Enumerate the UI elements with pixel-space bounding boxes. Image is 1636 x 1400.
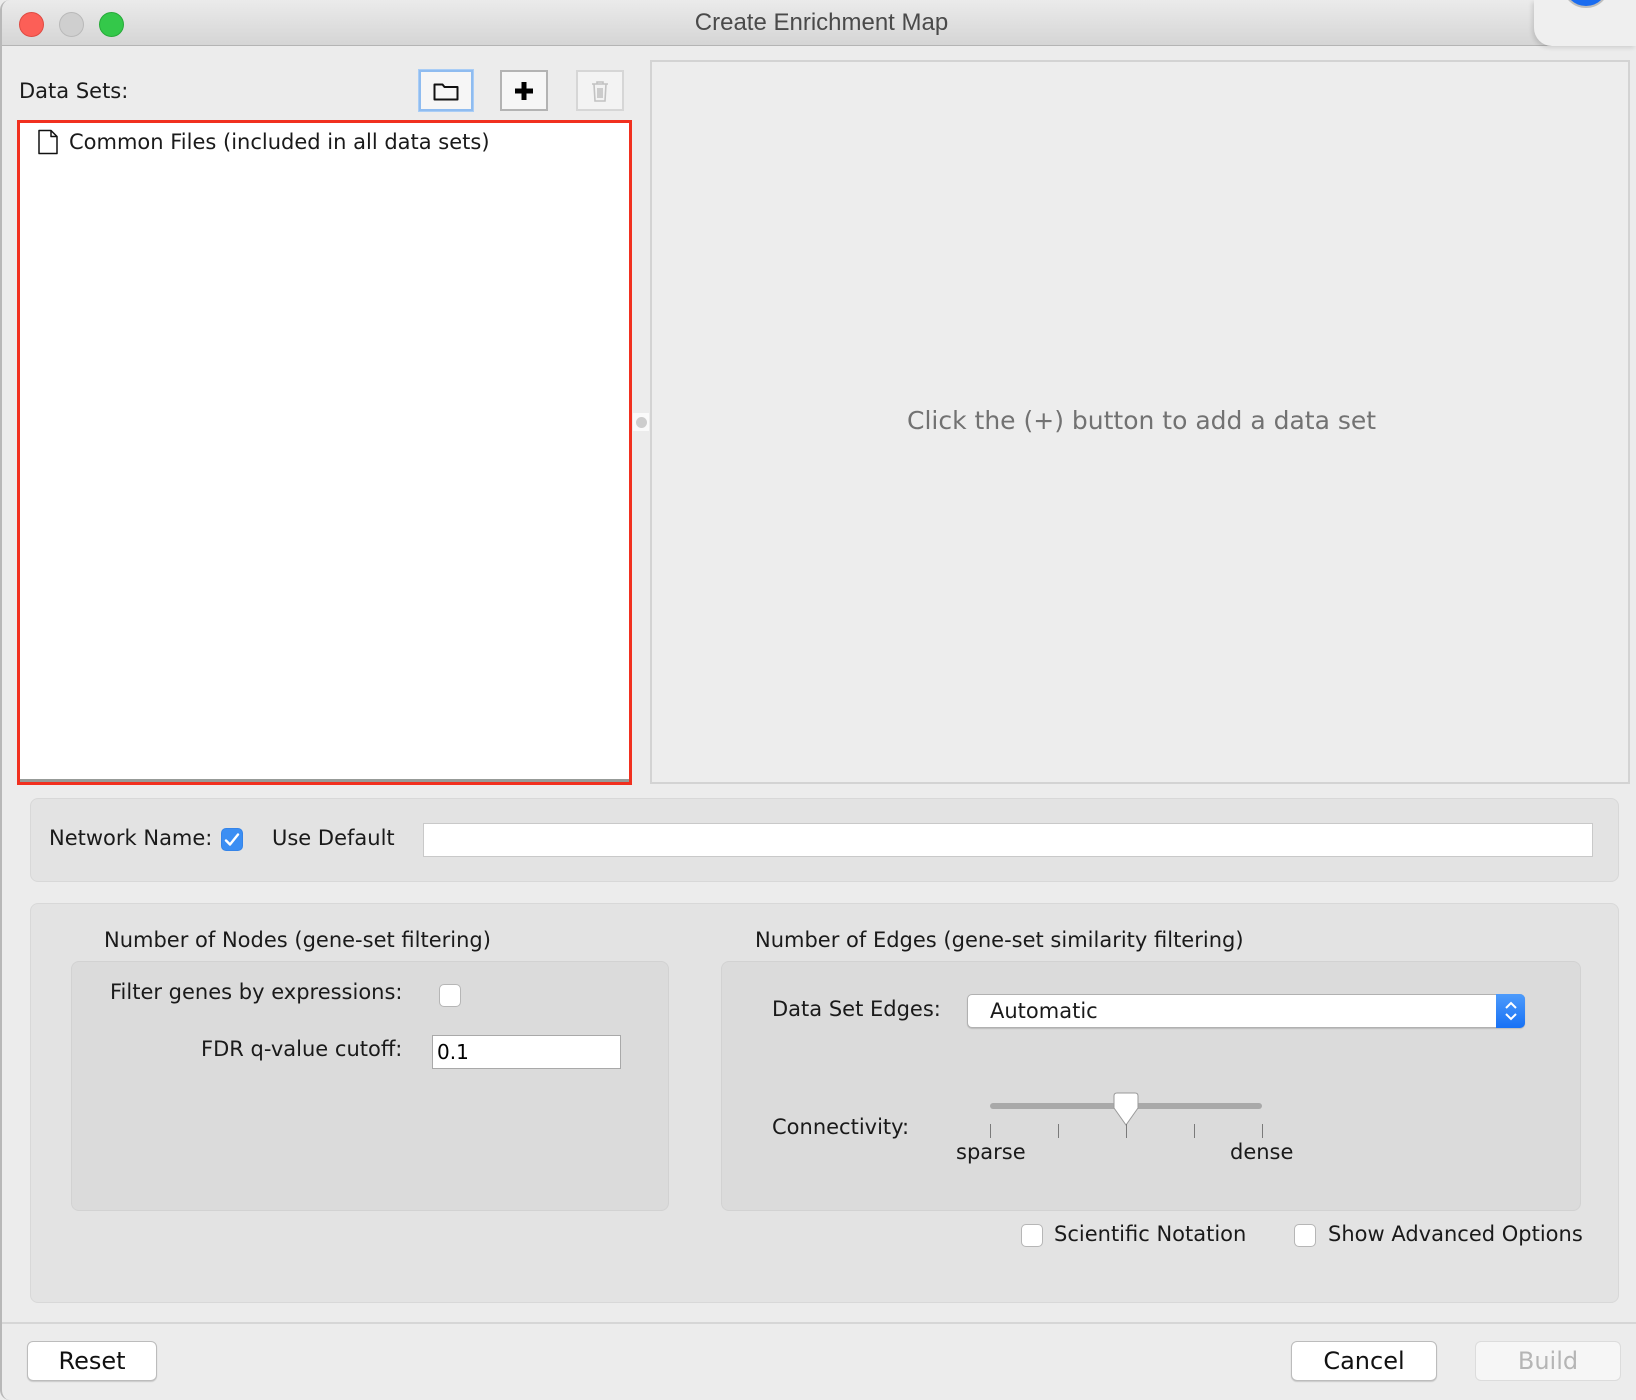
title-bar: Create Enrichment Map <box>2 0 1636 46</box>
slider-tick <box>1262 1124 1263 1138</box>
build-button[interactable]: Build <box>1475 1341 1621 1381</box>
fdr-cutoff-input[interactable] <box>432 1035 621 1069</box>
blue-circle-icon <box>1562 0 1610 8</box>
slider-thumb[interactable] <box>1111 1092 1141 1128</box>
document-icon <box>38 129 58 155</box>
network-name-label: Network Name: <box>49 826 213 850</box>
show-advanced-options-checkbox[interactable] <box>1294 1224 1316 1247</box>
split-pane-divider[interactable] <box>633 413 649 431</box>
slider-tick <box>1194 1124 1195 1138</box>
open-folder-button[interactable] <box>419 70 473 111</box>
add-data-set-button[interactable] <box>500 70 548 111</box>
filter-genes-label: Filter genes by expressions: <box>110 980 403 1004</box>
scientific-notation-label[interactable]: Scientific Notation <box>1054 1222 1246 1246</box>
list-item-common-files[interactable]: Common Files (included in all data sets) <box>37 129 490 155</box>
connectivity-label: Connectivity: <box>772 1115 910 1139</box>
edges-section-title: Number of Edges (gene-set similarity fil… <box>755 928 1244 952</box>
use-default-label[interactable]: Use Default <box>272 826 395 850</box>
slider-tick <box>1126 1124 1127 1138</box>
network-name-panel: Network Name: Use Default <box>30 798 1619 882</box>
folder-icon <box>433 83 459 100</box>
filter-genes-checkbox[interactable] <box>439 984 461 1007</box>
data-set-detail-panel: Click the (+) button to add a data set <box>650 60 1630 784</box>
use-default-checkbox[interactable] <box>221 828 243 851</box>
data-set-edges-label: Data Set Edges: <box>772 997 941 1021</box>
data-sets-label: Data Sets: <box>19 79 129 103</box>
trash-icon <box>592 80 608 102</box>
overlay-widget <box>1534 0 1636 46</box>
footer-divider <box>2 1322 1636 1324</box>
scientific-notation-checkbox[interactable] <box>1021 1224 1043 1247</box>
slider-tick <box>990 1124 991 1138</box>
slider-tick <box>1058 1124 1059 1138</box>
edges-filter-box: Data Set Edges: Automatic Connectivity: … <box>721 961 1581 1211</box>
plus-icon <box>515 81 533 100</box>
checkmark-icon <box>224 832 240 846</box>
nodes-filter-box: Filter genes by expressions: FDR q-value… <box>71 961 669 1211</box>
list-item-label: Common Files (included in all data sets) <box>69 130 490 154</box>
cancel-button[interactable]: Cancel <box>1291 1341 1437 1381</box>
drag-handle-icon <box>635 416 647 428</box>
filtering-panel: Number of Nodes (gene-set filtering) Num… <box>30 903 1619 1303</box>
reset-button[interactable]: Reset <box>27 1341 157 1381</box>
select-arrows-icon <box>1496 994 1525 1028</box>
create-enrichment-map-dialog: Create Enrichment Map Data Sets: Common … <box>0 0 1636 1400</box>
connectivity-slider[interactable]: sparse dense <box>956 1092 1293 1164</box>
slider-min-label: sparse <box>956 1140 1026 1164</box>
delete-data-set-button[interactable] <box>576 70 624 111</box>
show-advanced-options-label[interactable]: Show Advanced Options <box>1328 1222 1583 1246</box>
empty-state-message: Click the (+) button to add a data set <box>907 406 1377 435</box>
data-set-edges-value: Automatic <box>990 999 1098 1023</box>
data-set-edges-select[interactable]: Automatic <box>967 994 1525 1028</box>
nodes-section-title: Number of Nodes (gene-set filtering) <box>104 928 491 952</box>
slider-max-label: dense <box>1230 1140 1294 1164</box>
window-title: Create Enrichment Map <box>694 9 949 36</box>
network-name-input[interactable] <box>423 823 1593 857</box>
fdr-cutoff-label: FDR q-value cutoff: <box>201 1037 403 1061</box>
data-sets-list[interactable]: Common Files (included in all data sets) <box>17 120 632 785</box>
